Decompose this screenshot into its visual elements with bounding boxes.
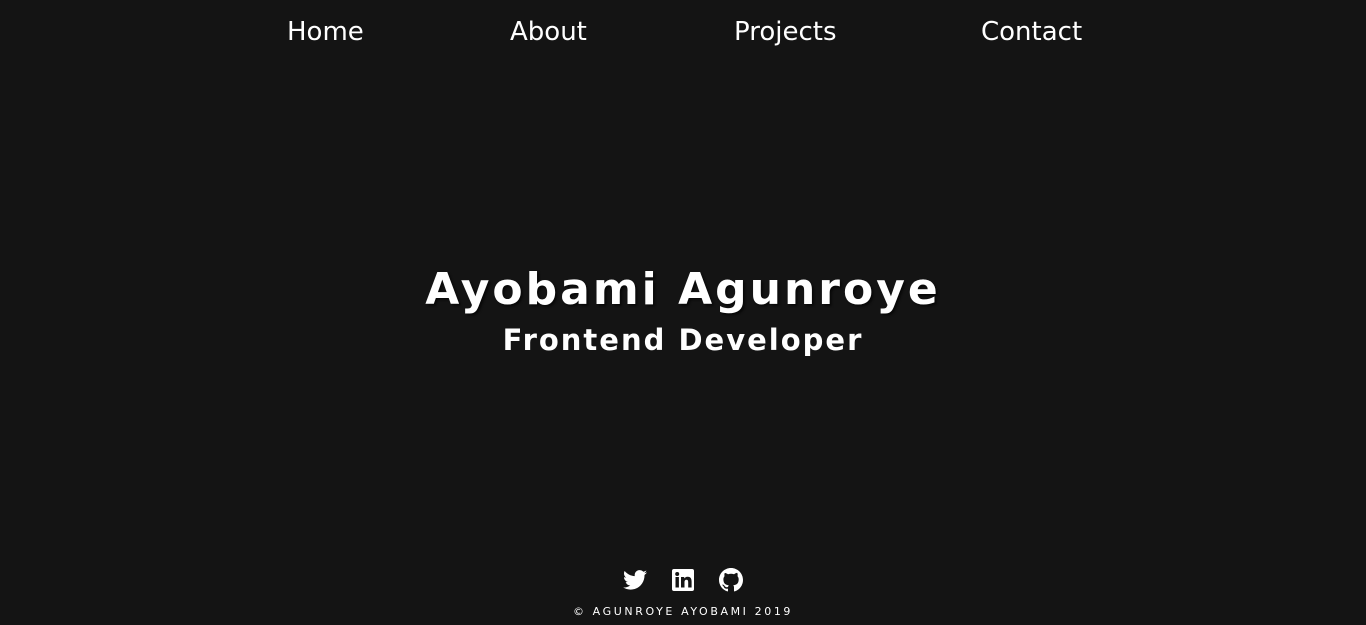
github-link[interactable] — [719, 568, 743, 592]
nav-link-home[interactable]: Home — [287, 14, 364, 50]
social-links — [0, 566, 1366, 594]
hero-section: Ayobami Agunroye Frontend Developer — [0, 262, 1366, 360]
linkedin-link[interactable] — [671, 568, 695, 592]
github-icon — [719, 568, 743, 592]
main-nav: Home About Projects Contact — [0, 14, 1366, 50]
linkedin-icon — [672, 569, 694, 591]
hero-name: Ayobami Agunroye — [425, 264, 941, 315]
twitter-icon — [623, 570, 647, 590]
nav-link-contact[interactable]: Contact — [981, 14, 1082, 50]
nav-link-about[interactable]: About — [510, 14, 587, 50]
nav-link-projects[interactable]: Projects — [734, 14, 837, 50]
footer: © AGUNROYE AYOBAMI 2019 — [0, 566, 1366, 619]
twitter-link[interactable] — [623, 568, 647, 592]
hero-role: Frontend Developer — [502, 323, 864, 357]
copyright-text: © AGUNROYE AYOBAMI 2019 — [572, 605, 794, 618]
portfolio-page: Home About Projects Contact Ayobami Agun… — [0, 0, 1366, 625]
